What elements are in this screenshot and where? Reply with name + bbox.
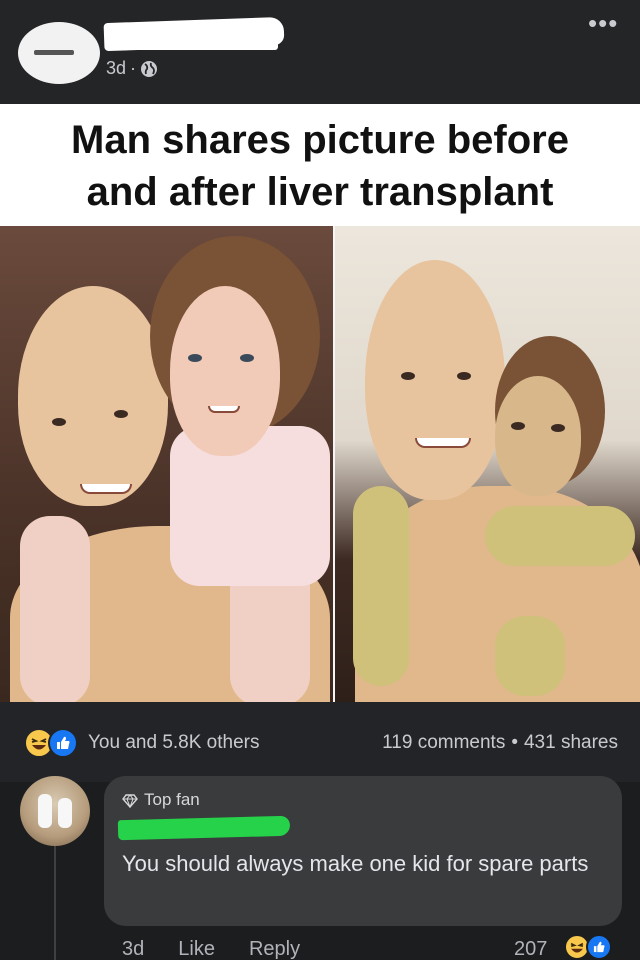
photo-divider [333,226,335,702]
caption-line-2: and after liver transplant [86,170,554,214]
more-options-icon[interactable]: ••• [588,10,618,36]
image-caption: Man shares picture before and after live… [0,104,640,226]
avatar-redaction [34,50,74,55]
author-name-redaction-strip [108,42,278,50]
comment-reaction-icons[interactable] [564,934,624,960]
caption-text: Man shares picture before and after live… [71,112,569,218]
child-arm-right [485,506,635,566]
post-header: 3d · ••• [0,0,640,104]
man-eye [401,372,415,380]
man-eye [114,410,128,418]
man-eye [457,372,471,380]
reaction-summary[interactable]: You and 5.8K others [88,732,260,754]
child-hand [495,616,565,696]
facebook-post: 3d · ••• Man shares picture before and a… [0,0,640,960]
post-meta: 3d · [106,58,158,79]
child-arm-left [20,516,90,702]
comment-reaction-count[interactable]: 207 [514,938,547,960]
before-photo [0,226,333,702]
man-eye [52,418,66,426]
child-eye [240,354,254,362]
post-photo[interactable] [0,226,640,702]
thread-line [54,846,56,960]
comment-text: You should always make one kid for spare… [122,851,589,876]
man-head-right [365,260,505,500]
avatar-figure [38,794,52,828]
man-smile [415,438,471,448]
child-arm-left [353,486,409,686]
comment-time[interactable]: 3d [122,938,144,960]
comment-actions: 3d Like Reply [122,938,300,960]
child-face-right [495,376,581,496]
top-fan-badge: Top fan [122,790,200,810]
like-reaction-icon [586,934,612,960]
man-smile [80,484,132,494]
comments-count[interactable]: 119 comments [382,732,505,754]
avatar-figure [58,798,72,828]
diamond-icon [122,793,138,809]
child-eye [188,354,202,362]
child-shirt-left [170,426,330,586]
counts-separator: • [511,732,518,753]
reply-button[interactable]: Reply [249,938,300,960]
child-smile [208,406,240,413]
meta-separator: · [130,58,137,78]
child-eye [511,422,525,430]
engagement-counts: 119 comments • 431 shares [382,732,618,754]
commenter-avatar[interactable] [20,776,90,846]
child-eye [551,424,565,432]
reaction-icons[interactable] [24,728,82,758]
post-timestamp[interactable]: 3d [106,58,126,79]
like-button[interactable]: Like [178,938,215,960]
caption-line-1: Man shares picture before [71,118,569,162]
after-photo [335,226,640,702]
man-head-left [18,286,168,506]
badge-label: Top fan [144,790,200,809]
child-face-left [170,286,280,456]
globe-icon [140,60,158,78]
like-reaction-icon [48,728,78,758]
shares-count[interactable]: 431 shares [524,732,618,754]
